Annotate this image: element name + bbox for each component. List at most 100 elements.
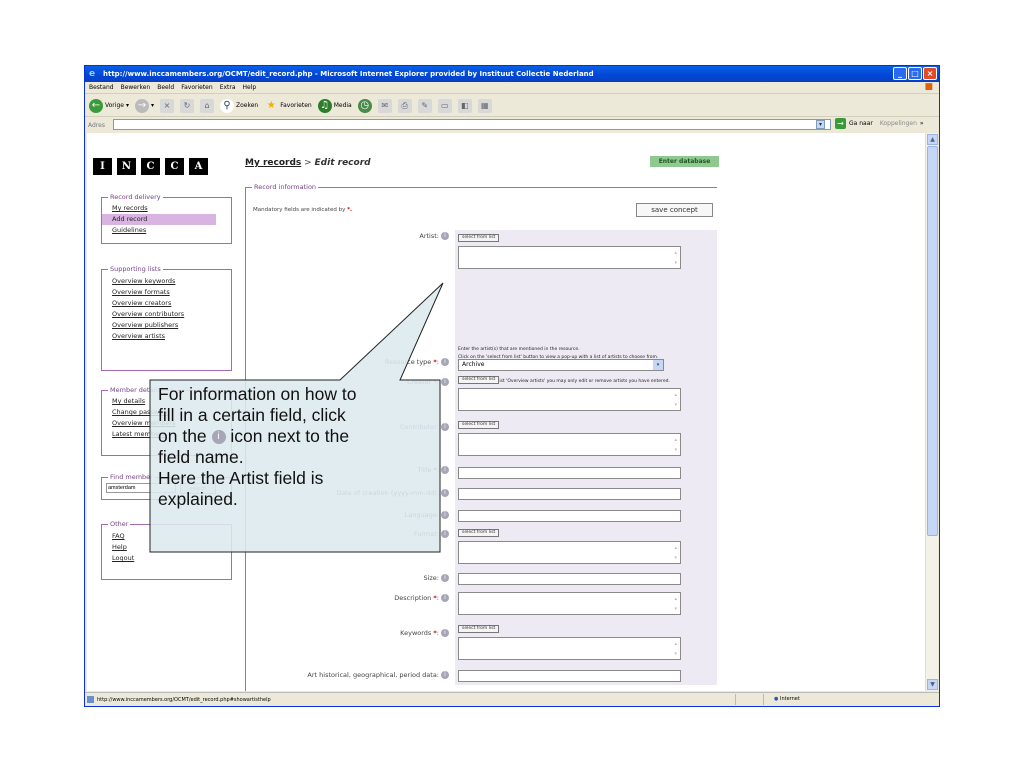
- sidebar-item-guidelines[interactable]: Guidelines: [102, 225, 231, 236]
- address-input[interactable]: [113, 119, 831, 130]
- menu-extra[interactable]: Extra: [220, 84, 236, 91]
- callout-line: on the i icon next to the: [158, 426, 438, 447]
- info-icon[interactable]: i: [441, 511, 449, 519]
- vertical-scrollbar[interactable]: ▲ ▼: [925, 133, 938, 691]
- stop-icon[interactable]: ×: [159, 98, 174, 113]
- history-icon[interactable]: ◷: [357, 98, 372, 113]
- callout-line3-end: icon next to the: [230, 426, 350, 446]
- field-input-column: [455, 230, 717, 685]
- security-zone: ● Internet: [763, 694, 913, 705]
- artist-label-text: Artist:: [419, 232, 439, 240]
- resource-type-select[interactable]: Archive ▾: [458, 359, 664, 371]
- callout-line3-start: on the: [158, 426, 207, 446]
- info-icon[interactable]: i: [441, 232, 449, 240]
- search-button[interactable]: ⚲ Zoeken: [219, 98, 259, 113]
- window-title: http://www.inccamembers.org/OCMT/edit_re…: [103, 70, 594, 78]
- title-bar: e http://www.inccamembers.org/OCMT/edit_…: [85, 66, 939, 82]
- title-input[interactable]: [458, 467, 681, 479]
- refresh-icon[interactable]: ↻: [179, 98, 194, 113]
- sidebar-item-overview-artists[interactable]: Overview artists: [102, 331, 231, 342]
- sidebar-item-overview-publishers[interactable]: Overview publishers: [102, 320, 231, 331]
- forward-button[interactable]: → ▾: [134, 98, 154, 113]
- creator-textarea[interactable]: [458, 388, 681, 411]
- address-dropdown-icon[interactable]: ▾: [816, 120, 825, 129]
- folder-icon[interactable]: ▭: [437, 98, 452, 113]
- language-input[interactable]: [458, 510, 681, 522]
- menu-bestand[interactable]: Bestand: [89, 84, 114, 91]
- minimize-button[interactable]: _: [893, 67, 907, 80]
- artist-select-from-list-button[interactable]: select from list: [458, 234, 500, 242]
- messenger-icon[interactable]: ◧: [457, 98, 472, 113]
- contributor-textarea[interactable]: [458, 433, 681, 456]
- format-textarea[interactable]: [458, 541, 681, 564]
- go-icon[interactable]: →: [835, 118, 846, 129]
- artist-textarea[interactable]: [458, 246, 681, 269]
- info-icon[interactable]: i: [441, 423, 449, 431]
- go-button[interactable]: Ga naar: [849, 120, 873, 127]
- print-icon[interactable]: ⎙: [397, 98, 412, 113]
- scrollbar-thumb[interactable]: [927, 146, 938, 536]
- sidebar-item-faq[interactable]: FAQ: [102, 531, 231, 542]
- art-historical-input[interactable]: [458, 670, 681, 682]
- info-icon[interactable]: i: [441, 671, 449, 679]
- creator-select-from-list-button[interactable]: select from list: [458, 376, 500, 384]
- globe-icon: ●: [774, 696, 779, 702]
- info-icon[interactable]: i: [441, 574, 449, 582]
- scroll-down-icon[interactable]: ▼: [927, 679, 938, 690]
- other-title: Other: [108, 520, 131, 528]
- back-button[interactable]: ← Vorige ▾: [89, 98, 129, 113]
- format-select-from-list-button[interactable]: select from list: [458, 529, 500, 537]
- media-button[interactable]: ♫ Media: [317, 98, 352, 113]
- contributor-select-from-list-button[interactable]: select from list: [458, 421, 500, 429]
- search-label: Zoeken: [235, 102, 259, 109]
- keywords-textarea[interactable]: [458, 637, 681, 660]
- sidebar-item-logout[interactable]: Logout: [102, 553, 231, 564]
- callout-line: explained.: [158, 489, 238, 509]
- date-of-creation-input[interactable]: [458, 488, 681, 500]
- description-textarea[interactable]: [458, 592, 681, 615]
- callout-text: For information on how to fill in a cert…: [158, 384, 438, 510]
- logo-letter: C: [141, 158, 160, 175]
- enter-database-button[interactable]: Enter database: [650, 156, 719, 167]
- page-icon: [87, 696, 94, 703]
- research-icon[interactable]: ▦: [477, 98, 492, 113]
- info-icon[interactable]: i: [441, 530, 449, 538]
- save-concept-button[interactable]: save concept: [636, 203, 713, 217]
- resource-type-label: Resource type *: i: [385, 358, 449, 366]
- info-icon[interactable]: i: [441, 489, 449, 497]
- chevron-right-icon[interactable]: »: [920, 120, 924, 127]
- logo-letter: I: [93, 158, 112, 175]
- status-url: http://www.inccamembers.org/OCMT/edit_re…: [97, 696, 271, 703]
- favorites-button[interactable]: ★ Favorieten: [264, 99, 312, 113]
- menu-bewerken[interactable]: Bewerken: [121, 84, 151, 91]
- info-icon[interactable]: i: [441, 629, 449, 637]
- info-icon[interactable]: i: [441, 594, 449, 602]
- close-button[interactable]: ×: [923, 67, 937, 80]
- scroll-up-icon[interactable]: ▲: [927, 134, 938, 145]
- mail-icon[interactable]: ✉: [377, 98, 392, 113]
- favorites-label: Favorieten: [280, 102, 312, 109]
- size-input[interactable]: [458, 573, 681, 585]
- maximize-button[interactable]: □: [908, 67, 922, 80]
- menu-favorieten[interactable]: Favorieten: [181, 84, 212, 91]
- menu-help[interactable]: Help: [243, 84, 257, 91]
- sidebar-item-overview-contributors[interactable]: Overview contributors: [102, 309, 231, 320]
- info-icon[interactable]: i: [441, 358, 449, 366]
- other-box: Other FAQ Help Logout: [101, 520, 232, 580]
- info-icon[interactable]: i: [441, 466, 449, 474]
- menu-beeld[interactable]: Beeld: [157, 84, 174, 91]
- sidebar-item-overview-formats[interactable]: Overview formats: [102, 287, 231, 298]
- edit-icon[interactable]: ✎: [417, 98, 432, 113]
- callout-line: Here the Artist field is: [158, 468, 324, 488]
- sidebar-item-help[interactable]: Help: [102, 542, 231, 553]
- links-button[interactable]: Koppelingen: [880, 120, 917, 127]
- sidebar-item-add-record[interactable]: Add record: [102, 214, 216, 225]
- sidebar-item-overview-creators[interactable]: Overview creators: [102, 298, 231, 309]
- sidebar-item-overview-keywords[interactable]: Overview keywords: [102, 276, 231, 287]
- search-icon: ⚲: [219, 98, 234, 113]
- sidebar-item-my-records[interactable]: My records: [102, 203, 231, 214]
- home-icon[interactable]: ⌂: [199, 98, 214, 113]
- language-label: Language: i: [405, 511, 449, 519]
- info-icon[interactable]: i: [441, 378, 449, 386]
- keywords-select-from-list-button[interactable]: select from list: [458, 625, 500, 633]
